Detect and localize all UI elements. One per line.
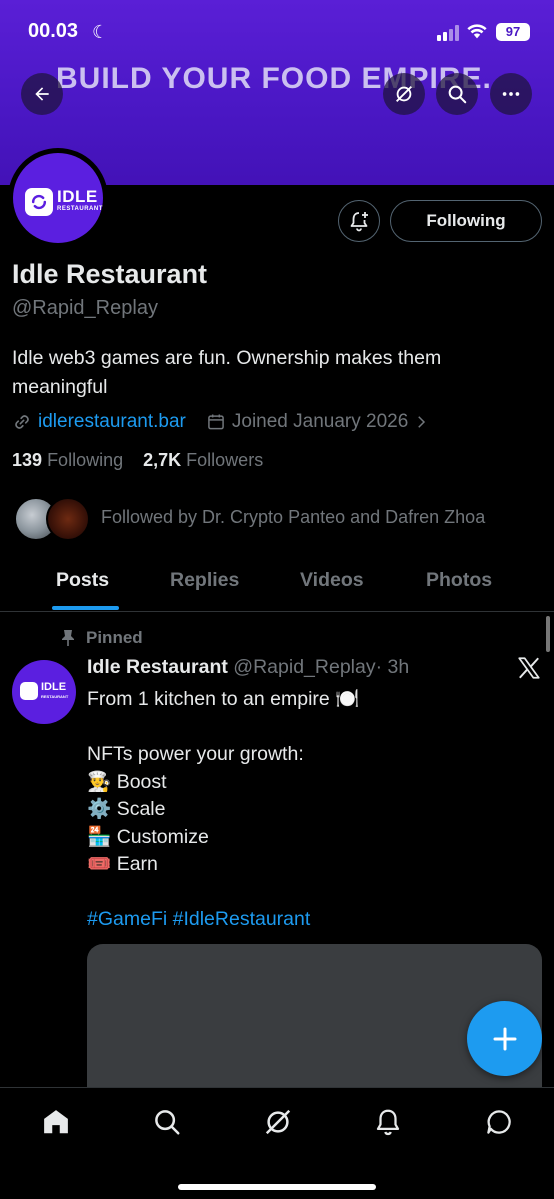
- signal-icon: [437, 25, 459, 41]
- logo-icon: [25, 188, 53, 216]
- chevron-right-icon[interactable]: [412, 413, 430, 431]
- tab-replies[interactable]: Replies: [170, 569, 239, 592]
- bell-plus-icon: [350, 212, 368, 232]
- logo-title: IDLE: [41, 681, 67, 693]
- follower-avatar: [46, 497, 90, 541]
- nav-search[interactable]: [151, 1106, 183, 1138]
- profile-handle: @Rapid_Replay: [12, 297, 158, 319]
- post-line: 🎟️ Earn: [87, 853, 158, 875]
- profile-meta: idlerestaurant.bar Joined January 2026: [12, 410, 430, 434]
- nav-grok[interactable]: [262, 1106, 294, 1138]
- profile-avatar[interactable]: IDLE RESTAURANT: [8, 148, 108, 248]
- logo-subtitle: RESTAURANT: [41, 694, 69, 699]
- post-line: [87, 714, 527, 742]
- post-line: ⚙️ Scale: [87, 798, 166, 820]
- back-button[interactable]: [21, 73, 63, 115]
- pinned-text: Pinned: [86, 628, 143, 647]
- profile-website-link[interactable]: idlerestaurant.bar: [38, 411, 186, 433]
- messages-icon: [487, 1110, 511, 1134]
- nav-messages[interactable]: [483, 1106, 515, 1138]
- post-time: · 3h: [375, 656, 410, 678]
- post-line: NFTs power your growth:: [87, 743, 304, 765]
- moon-icon: ☾: [92, 22, 109, 42]
- wifi-icon: [467, 24, 487, 39]
- following-button[interactable]: Following: [390, 200, 542, 242]
- grok-icon: [396, 86, 412, 102]
- search-icon: [448, 85, 467, 104]
- post-line: 👨‍🍳 Boost: [87, 770, 167, 793]
- grok-icon: [265, 1109, 291, 1135]
- followers-label: Followers: [186, 450, 264, 470]
- home-icon: [44, 1110, 68, 1134]
- nav-notifications[interactable]: [372, 1106, 404, 1138]
- post-header: Idle Restaurant @Rapid_Replay· 3h: [87, 656, 409, 679]
- logo-subtitle: RESTAURANT: [57, 206, 103, 212]
- post-text[interactable]: From 1 kitchen to an empire 🍽️ NFTs powe…: [87, 686, 527, 934]
- more-icon: [502, 92, 520, 96]
- calendar-icon: [208, 414, 224, 430]
- scrollbar[interactable]: [546, 616, 550, 652]
- search-button[interactable]: [436, 73, 478, 115]
- followed-by-row[interactable]: Followed by Dr. Crypto Panteo and Dafren…: [14, 497, 544, 543]
- status-time: 00.03: [28, 20, 79, 42]
- notifications-button[interactable]: [338, 200, 380, 242]
- post-line: [87, 879, 527, 907]
- x-logo-icon[interactable]: [516, 655, 542, 681]
- following-count: 139: [12, 450, 43, 470]
- profile-joined-date[interactable]: Joined January 2026: [232, 411, 408, 433]
- profile-bio: Idle web3 games are fun. Ownership makes…: [12, 347, 442, 398]
- followed-by-text: Followed by Dr. Crypto Panteo and Dafren…: [101, 507, 486, 527]
- followers-link[interactable]: 2,7K Followers: [143, 450, 263, 470]
- pin-icon: [62, 630, 74, 646]
- following-label: Following: [47, 450, 124, 470]
- profile-name: Idle Restaurant: [12, 259, 208, 289]
- post-line: 🏪 Customize: [87, 825, 209, 848]
- status-bar: 00.03 ☾ 97: [0, 0, 554, 60]
- banner-text: BUILD YOUR FOOD EMPIRE.: [56, 62, 492, 95]
- profile-stats: 139 Following 2,7K Followers: [12, 450, 263, 471]
- pinned-label: Pinned: [60, 628, 143, 648]
- avatar-image: IDLE RESTAURANT: [13, 153, 103, 243]
- post-author-handle[interactable]: @Rapid_Replay: [233, 656, 375, 678]
- arrow-left-icon: [35, 87, 49, 101]
- profile-tabs: Posts Replies Videos Photos: [0, 556, 554, 612]
- post-author-name[interactable]: Idle Restaurant: [87, 656, 228, 678]
- bottom-navigation: [0, 1087, 554, 1199]
- followers-count: 2,7K: [143, 450, 182, 470]
- tab-posts[interactable]: Posts: [56, 569, 109, 592]
- logo-icon: [20, 682, 38, 700]
- post-hashtags[interactable]: #GameFi #IdleRestaurant: [87, 906, 527, 934]
- post-line: From 1 kitchen to an empire 🍽️: [87, 688, 360, 710]
- post-author-avatar[interactable]: IDLE RESTAURANT: [12, 660, 76, 724]
- compose-button[interactable]: [467, 1001, 542, 1076]
- more-button[interactable]: [490, 73, 532, 115]
- plus-icon: [493, 1027, 516, 1050]
- home-indicator[interactable]: [178, 1184, 376, 1190]
- battery-indicator: 97: [496, 23, 530, 41]
- following-link[interactable]: 139 Following: [12, 450, 123, 470]
- search-icon: [155, 1110, 180, 1135]
- grok-button[interactable]: [383, 73, 425, 115]
- logo-title: IDLE: [57, 187, 98, 206]
- link-icon: [15, 415, 29, 429]
- tab-photos[interactable]: Photos: [426, 569, 492, 592]
- active-tab-indicator: [52, 606, 119, 610]
- bell-icon: [376, 1109, 400, 1136]
- tab-videos[interactable]: Videos: [300, 569, 364, 592]
- nav-home[interactable]: [40, 1106, 72, 1138]
